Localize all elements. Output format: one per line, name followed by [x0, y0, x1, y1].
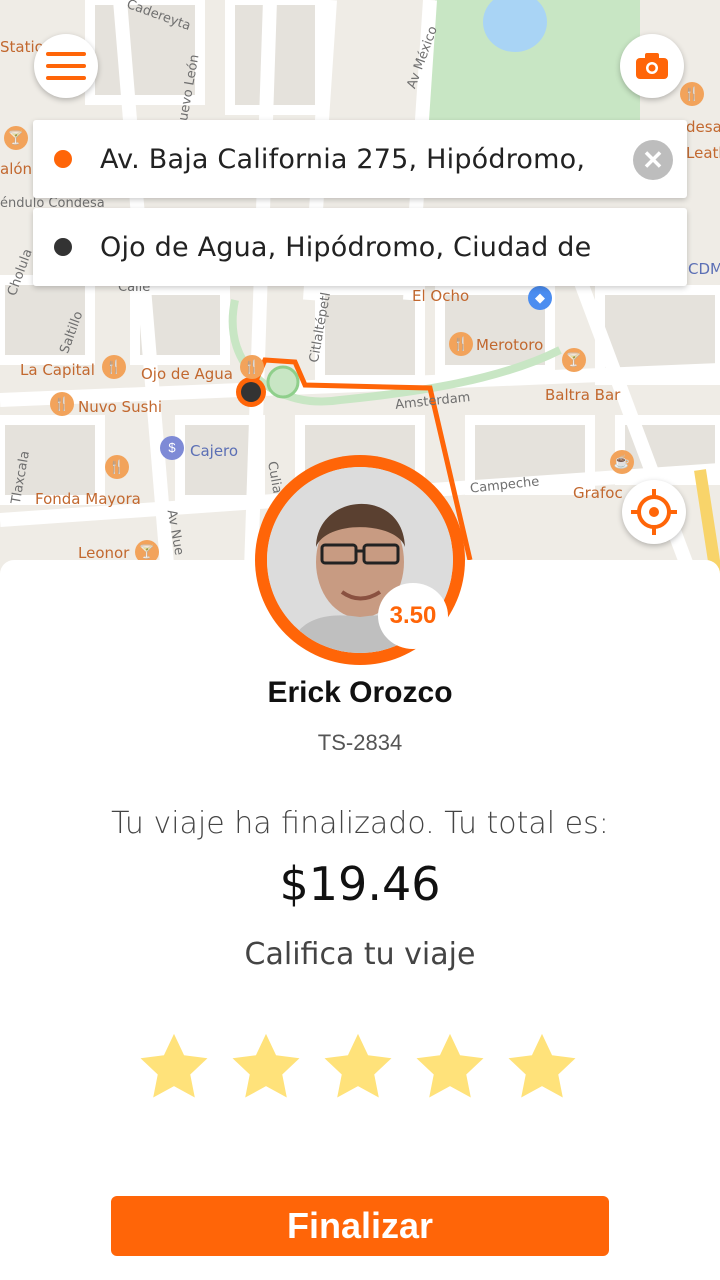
star-icon[interactable]	[411, 1028, 489, 1106]
vehicle-plate: TS-2834	[317, 730, 403, 755]
rate-trip-label: Califica tu viaje	[244, 937, 476, 972]
map-label-grafoc: Grafoc	[573, 484, 623, 502]
close-icon: ✕	[642, 144, 664, 175]
camera-button[interactable]	[620, 34, 684, 98]
star-rating[interactable]	[135, 1028, 581, 1106]
finish-button[interactable]: Finalizar	[111, 1196, 609, 1256]
locate-me-button[interactable]	[622, 480, 686, 544]
star-icon[interactable]	[227, 1028, 305, 1106]
restaurant-icon: 🍴	[680, 82, 704, 106]
trip-summary-sheet	[0, 560, 720, 1280]
restaurant-icon: 🍴	[449, 332, 473, 356]
restaurant-icon: 🍴	[240, 355, 264, 379]
restaurant-icon: 🍴	[102, 355, 126, 379]
map-label-merotoro: Merotoro	[476, 336, 544, 354]
star-icon[interactable]	[503, 1028, 581, 1106]
trip-total: $19.46	[279, 857, 441, 911]
camera-icon	[636, 53, 668, 79]
map-label-salon: alón	[0, 160, 33, 178]
cafe-icon: ☕	[610, 450, 634, 474]
map-label-leath: Leath	[686, 144, 720, 162]
restaurant-icon: 🍴	[105, 455, 129, 479]
destination-address-field[interactable]: Ojo de Agua, Hipódromo, Ciudad de	[33, 208, 687, 286]
bar-icon: 🍸	[562, 348, 586, 372]
origin-address-text: Av. Baja California 275, Hipódromo,	[100, 143, 586, 175]
map-label-fonda-mayora: Fonda Mayora	[35, 490, 141, 508]
star-icon[interactable]	[135, 1028, 213, 1106]
map-label-nuvo-sushi: Nuvo Sushi	[78, 398, 163, 416]
destination-address-text: Ojo de Agua, Hipódromo, Ciudad de	[100, 231, 592, 263]
crosshair-icon	[631, 489, 677, 535]
origin-dot-icon	[54, 150, 72, 168]
driver-rating-badge: 3.50	[378, 583, 448, 649]
hamburger-menu-icon	[46, 52, 86, 80]
map-label-la-capital: La Capital	[20, 361, 95, 379]
atm-icon: $	[160, 436, 184, 460]
map-label-cdm: CDM	[688, 260, 720, 278]
shopping-icon: ◆	[528, 286, 552, 310]
destination-dot-icon	[54, 238, 72, 256]
origin-address-field[interactable]: Av. Baja California 275, Hipódromo, ✕	[33, 120, 687, 198]
map-label-ojo-de-agua: Ojo de Agua	[141, 365, 233, 383]
map-label-cajero: Cajero	[190, 442, 239, 460]
map-label-baltra-bar: Baltra Bar	[545, 386, 621, 404]
trip-finished-message: Tu viaje ha finalizado. Tu total es:	[111, 806, 609, 841]
driver-name: Erick Orozco	[267, 676, 453, 709]
menu-button[interactable]	[34, 34, 98, 98]
clear-origin-button[interactable]: ✕	[633, 140, 673, 180]
restaurant-icon: 🍴	[50, 392, 74, 416]
map-label-desa: desa	[686, 118, 720, 136]
map-label-el-ocho: El Ocho	[412, 287, 470, 305]
star-icon[interactable]	[319, 1028, 397, 1106]
bar-icon: 🍸	[4, 126, 28, 150]
